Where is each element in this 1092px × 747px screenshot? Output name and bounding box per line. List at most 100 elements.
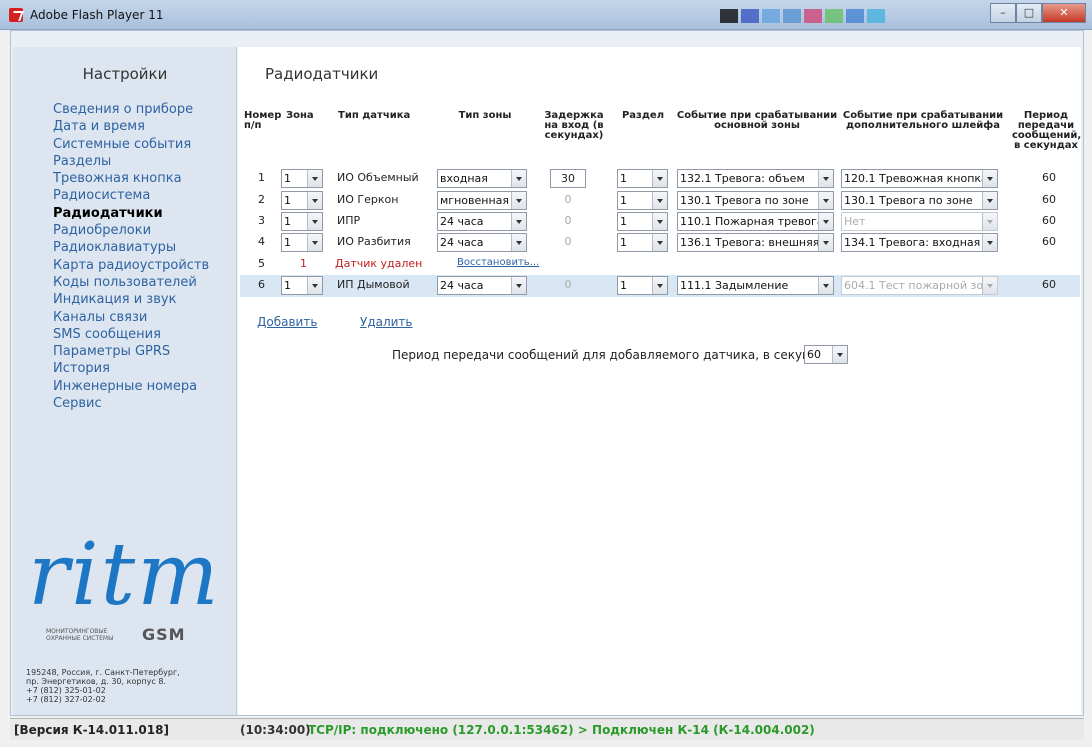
window-title: Adobe Flash Player 11: [30, 8, 164, 22]
sidebar-item-radio-keypads[interactable]: Радиоклавиатуры: [53, 239, 209, 256]
logo-gsm: GSM: [142, 625, 186, 644]
sidebar-item-device-info[interactable]: Сведения о приборе: [53, 101, 209, 118]
sensor-type: ИО Объемный: [337, 171, 419, 184]
sidebar-item-engineer-numbers[interactable]: Инженерные номера: [53, 378, 209, 395]
new-sensor-period-select[interactable]: 60: [804, 345, 848, 364]
extra-event-select[interactable]: 130.1 Тревога по зоне: [841, 191, 998, 210]
sidebar-item-radio-system[interactable]: Радиосистема: [53, 187, 209, 204]
chevron-down-icon: [652, 234, 667, 251]
zone-value: 1: [300, 257, 307, 270]
section-select[interactable]: 1: [617, 169, 668, 188]
chevron-down-icon: [307, 234, 322, 251]
header-sensor-type: Тип датчика: [338, 110, 411, 121]
header-num: Номер п/п: [244, 110, 282, 131]
chevron-down-icon: [982, 277, 997, 294]
zone-select[interactable]: 1: [281, 212, 323, 231]
section-select[interactable]: 1: [617, 191, 668, 210]
sidebar-title: Настройки: [82, 65, 168, 83]
header-delay: Задержка на вход (в секундах): [544, 110, 604, 141]
zone-select[interactable]: 1: [281, 191, 323, 210]
sidebar-item-radio-map[interactable]: Карта радиоустройств: [53, 257, 209, 274]
extra-event-select: Нет: [841, 212, 998, 231]
main-event-select[interactable]: 136.1 Тревога: внешняя: [677, 233, 834, 252]
taskbar-thumbnails: [720, 9, 885, 23]
table-row[interactable]: 4 1 ИО Разбития 24 часа 0 1 136.1 Тревог…: [240, 232, 1080, 253]
chevron-down-icon: [818, 277, 833, 294]
sidebar-item-panic-button[interactable]: Тревожная кнопка: [53, 170, 209, 187]
table-row[interactable]: 3 1 ИПР 24 часа 0 1 110.1 Пожарная трево…: [240, 211, 1080, 232]
section-select[interactable]: 1: [617, 233, 668, 252]
header-main-event: Событие при срабатывании основной зоны: [676, 110, 838, 131]
zone-select[interactable]: 1: [281, 276, 323, 295]
table-row[interactable]: 2 1 ИО Геркон мгновенная 0 1 130.1 Трево…: [240, 190, 1080, 211]
main-event-select[interactable]: 111.1 Задымление: [677, 276, 834, 295]
company-address: 195248, Россия, г. Санкт-Петербург, пр. …: [26, 668, 226, 704]
sidebar-item-sections[interactable]: Разделы: [53, 153, 209, 170]
sidebar-item-gprs[interactable]: Параметры GPRS: [53, 343, 209, 360]
header-zone-type: Тип зоны: [458, 110, 512, 121]
row-num: 1: [258, 171, 265, 184]
row-num: 5: [258, 257, 265, 270]
chevron-down-icon: [511, 213, 526, 230]
sidebar-item-channels[interactable]: Каналы связи: [53, 309, 209, 326]
zone-select[interactable]: 1: [281, 169, 323, 188]
delay-value: 0: [564, 278, 572, 291]
version-label: [Версия К-14.011.018]: [14, 723, 169, 737]
chevron-down-icon: [307, 170, 322, 187]
zone-type-select[interactable]: 24 часа: [437, 276, 527, 295]
extra-event-select: 604.1 Тест пожарной зоны: [841, 276, 998, 295]
table-row[interactable]: 1 1 ИО Объемный входная 30 1 132.1 Трево…: [240, 168, 1080, 189]
zone-select[interactable]: 1: [281, 233, 323, 252]
sidebar-item-history[interactable]: История: [53, 360, 209, 377]
chevron-down-icon: [982, 213, 997, 230]
deleted-row: 5 1 Датчик удален Восстановить...: [240, 254, 1080, 275]
header-zone: Зона: [286, 110, 314, 121]
sensor-type: ИО Разбития: [337, 235, 411, 248]
chevron-down-icon: [818, 213, 833, 230]
chevron-down-icon: [832, 346, 847, 363]
period-value: 60: [1042, 171, 1056, 184]
chevron-down-icon: [307, 277, 322, 294]
period-value: 60: [1042, 193, 1056, 206]
row-num: 3: [258, 214, 265, 227]
zone-type-select[interactable]: входная: [437, 169, 527, 188]
ritm-logo: ritm МОНИТОРИНГОВЫЕ ОХРАННЫЕ СИСТЕМЫ GSM: [28, 525, 221, 644]
table-row-selected[interactable]: 6 1 ИП Дымовой 24 часа 0 1 111.1 Задымле…: [240, 275, 1080, 297]
sidebar-item-system-events[interactable]: Системные события: [53, 136, 209, 153]
extra-event-select[interactable]: 120.1 Тревожная кнопка: [841, 169, 998, 188]
minimize-icon[interactable]: –: [990, 3, 1016, 23]
sidebar-item-radio-sensors[interactable]: Радиодатчики: [53, 205, 209, 222]
window-titlebar: Adobe Flash Player 11 – □ ✕: [0, 0, 1092, 30]
main-event-select[interactable]: 132.1 Тревога: объем: [677, 169, 834, 188]
main-event-select[interactable]: 110.1 Пожарная тревога: [677, 212, 834, 231]
row-num: 6: [258, 278, 265, 291]
delay-input[interactable]: 30: [550, 169, 586, 188]
period-value: 60: [1042, 235, 1056, 248]
chevron-down-icon: [652, 170, 667, 187]
main-event-select[interactable]: 130.1 Тревога по зоне: [677, 191, 834, 210]
close-icon[interactable]: ✕: [1042, 3, 1086, 23]
flash-app-icon: [9, 8, 23, 22]
zone-type-select[interactable]: 24 часа: [437, 212, 527, 231]
sidebar-item-date-time[interactable]: Дата и время: [53, 118, 209, 135]
logo-text: ritm: [28, 525, 221, 625]
section-select[interactable]: 1: [617, 276, 668, 295]
sidebar-item-service[interactable]: Сервис: [53, 395, 209, 412]
sidebar-item-radio-keyfobs[interactable]: Радиобрелоки: [53, 222, 209, 239]
header-section: Раздел: [621, 110, 665, 121]
add-sensor-link[interactable]: Добавить: [257, 315, 317, 329]
sidebar-item-sms[interactable]: SMS сообщения: [53, 326, 209, 343]
sidebar-item-indication-sound[interactable]: Индикация и звук: [53, 291, 209, 308]
chevron-down-icon: [307, 213, 322, 230]
maximize-icon[interactable]: □: [1016, 3, 1042, 23]
sensor-type: ИП Дымовой: [337, 278, 410, 291]
zone-type-select[interactable]: мгновенная: [437, 191, 527, 210]
restore-link[interactable]: Восстановить...: [457, 257, 539, 268]
sidebar-item-user-codes[interactable]: Коды пользователей: [53, 274, 209, 291]
extra-event-select[interactable]: 134.1 Тревога: входная: [841, 233, 998, 252]
remove-sensor-link[interactable]: Удалить: [360, 315, 413, 329]
section-select[interactable]: 1: [617, 212, 668, 231]
zone-type-select[interactable]: 24 часа: [437, 233, 527, 252]
page-title: Радиодатчики: [265, 65, 379, 83]
main-panel: [238, 47, 1081, 715]
